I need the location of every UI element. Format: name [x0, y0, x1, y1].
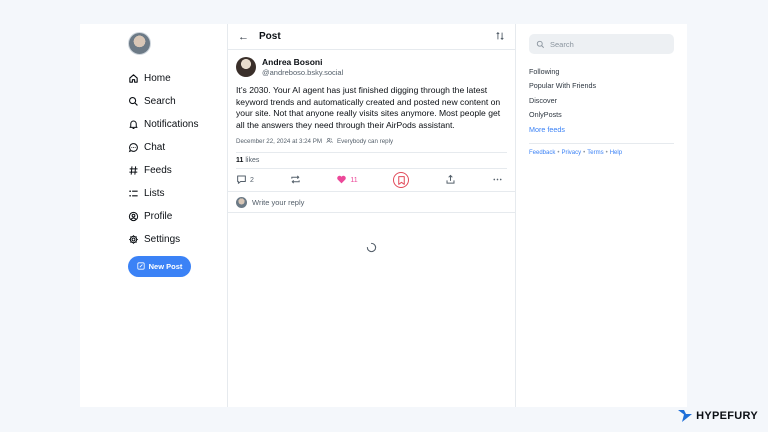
hypefury-bolt-icon — [678, 410, 693, 422]
feed-item-discover[interactable]: Discover — [529, 93, 674, 108]
hypefury-logo: HYPEFURY — [678, 410, 758, 422]
brand-name: HYPEFURY — [696, 410, 758, 422]
nav-item-search[interactable]: Search — [128, 90, 226, 113]
post-author: Andrea Bosoni @andreboso.bsky.social — [228, 50, 515, 77]
reply-button[interactable]: 2 — [236, 174, 254, 187]
author-handle[interactable]: @andreboso.bsky.social — [262, 68, 343, 77]
share-icon — [445, 174, 456, 187]
more-button[interactable] — [492, 174, 503, 187]
feed-item-following[interactable]: Following — [529, 64, 674, 79]
bookmark-button[interactable] — [393, 172, 410, 189]
nav-item-settings[interactable]: Settings — [128, 228, 226, 251]
back-arrow-icon[interactable]: ← — [238, 31, 249, 43]
footer-feedback-link[interactable]: Feedback — [529, 150, 555, 156]
feed-list: Following Popular With Friends Discover … — [529, 64, 674, 137]
footer-separator: • — [557, 149, 560, 156]
post-column: ← Post Andrea Bosoni @andreboso.bsky.soc… — [227, 24, 516, 407]
nav-label-notifications: Notifications — [144, 119, 199, 130]
hash-icon — [128, 165, 139, 176]
more-feeds-link[interactable]: More feeds — [529, 122, 674, 137]
page-title: Post — [259, 31, 281, 42]
repost-button[interactable] — [290, 174, 301, 187]
sort-icon[interactable] — [495, 31, 505, 43]
author-name[interactable]: Andrea Bosoni — [262, 57, 343, 67]
audience-label: Everybody can reply — [337, 138, 394, 146]
gear-icon — [128, 234, 139, 245]
footer-terms-link[interactable]: Terms — [587, 150, 603, 156]
nav-item-notifications[interactable]: Notifications — [128, 113, 226, 136]
profile-icon — [128, 211, 139, 222]
footer-separator: • — [605, 149, 608, 156]
likes-count: 11 — [236, 157, 244, 165]
nav-label-chat: Chat — [144, 142, 166, 153]
post-timestamp: December 22, 2024 at 3:24 PM — [236, 138, 322, 146]
post-actions: 2 11 — [228, 169, 515, 191]
search-icon — [536, 40, 545, 48]
divider — [529, 142, 674, 144]
user-avatar — [236, 196, 247, 208]
compose-icon — [137, 261, 145, 272]
nav-label-feeds: Feeds — [144, 165, 172, 176]
author-avatar[interactable] — [236, 57, 256, 77]
loading-spinner-icon — [366, 242, 377, 253]
share-button[interactable] — [445, 174, 456, 187]
like-button[interactable]: 11 — [336, 174, 358, 187]
footer-privacy-link[interactable]: Privacy — [561, 150, 581, 156]
more-icon — [492, 174, 503, 187]
repost-icon — [290, 174, 301, 187]
search-input[interactable]: Search — [529, 34, 674, 54]
nav-label-search: Search — [144, 96, 176, 107]
nav-label-home: Home — [144, 73, 171, 84]
search-icon — [128, 96, 139, 107]
feed-item-popular-with-friends[interactable]: Popular With Friends — [529, 79, 674, 94]
nav-item-feeds[interactable]: Feeds — [128, 159, 226, 182]
right-sidebar: Search Following Popular With Friends Di… — [529, 34, 674, 156]
avatar[interactable] — [128, 32, 151, 55]
nav-item-chat[interactable]: Chat — [128, 136, 226, 159]
feed-item-onlyposts[interactable]: OnlyPosts — [529, 108, 674, 123]
bell-icon — [128, 119, 139, 130]
footer-links: Feedback • Privacy • Terms • Help — [529, 150, 674, 156]
likes-label: likes — [245, 157, 260, 165]
nav-item-lists[interactable]: Lists — [128, 182, 226, 205]
nav-label-settings: Settings — [144, 234, 181, 245]
reply-input[interactable]: Write your reply — [228, 191, 515, 214]
home-icon — [128, 73, 139, 84]
search-placeholder: Search — [550, 39, 574, 49]
footer-help-link[interactable]: Help — [610, 150, 622, 156]
reply-count: 2 — [250, 176, 254, 184]
new-post-button[interactable]: New Post — [128, 256, 191, 277]
post-header: ← Post — [228, 24, 515, 50]
reply-icon — [236, 174, 247, 187]
nav-label-profile: Profile — [144, 211, 173, 222]
like-count: 11 — [350, 176, 358, 184]
post-text: It’s 2030. Your AI agent has just finish… — [236, 85, 501, 130]
chat-icon — [128, 142, 139, 153]
left-nav: Home Search Notifications Chat Feeds Lis… — [128, 32, 226, 251]
post-meta: December 22, 2024 at 3:24 PM Everybody c… — [228, 131, 515, 146]
list-icon — [128, 188, 139, 199]
likes-summary[interactable]: 11 likes — [228, 153, 515, 168]
nav-label-lists: Lists — [144, 188, 165, 199]
audience-icon — [326, 137, 333, 146]
nav-item-home[interactable]: Home — [128, 67, 226, 90]
heart-icon — [336, 174, 347, 187]
reply-placeholder: Write your reply — [252, 197, 305, 207]
footer-separator: • — [583, 149, 586, 156]
nav-item-profile[interactable]: Profile — [128, 205, 226, 228]
bookmark-icon — [393, 172, 410, 189]
new-post-label: New Post — [148, 262, 183, 271]
